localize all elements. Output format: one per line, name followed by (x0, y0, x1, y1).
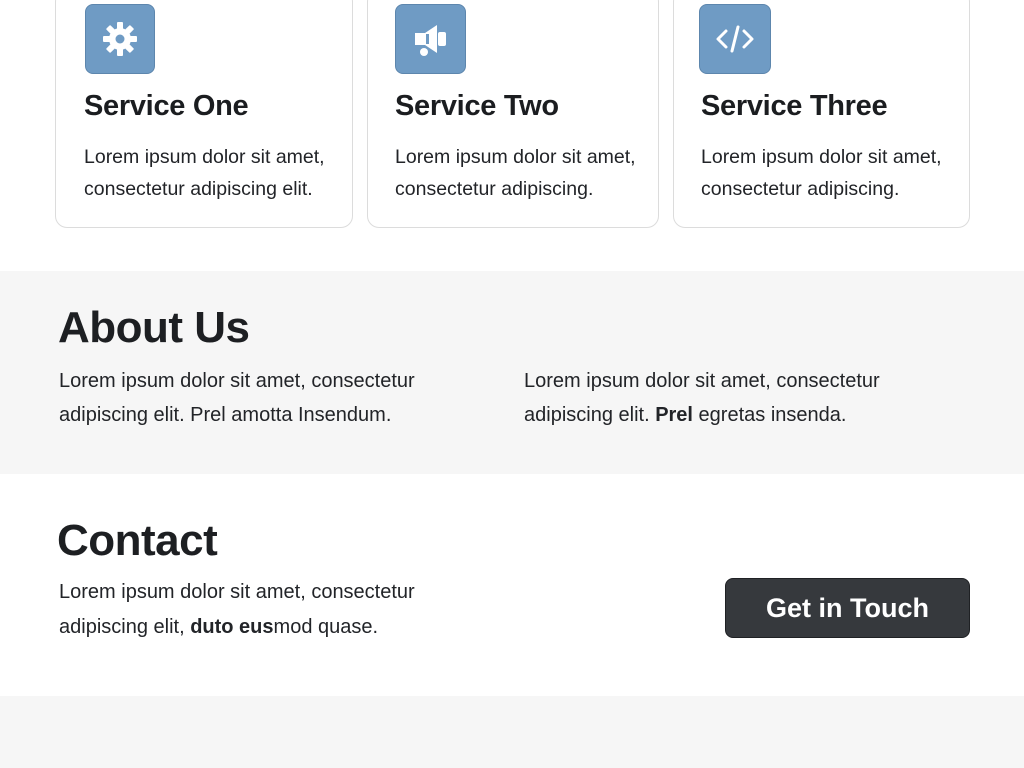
contact-text-end: mod quase. (273, 616, 379, 638)
megaphone-icon (395, 4, 466, 74)
about-text-right-bold: Prel (655, 404, 693, 426)
service-description: Lorem ipsum dolor sit amet, consectetur … (701, 146, 942, 200)
contact-text: Lorem ipsum dolor sit amet, consectetur … (59, 575, 499, 645)
about-heading: About Us (58, 303, 250, 352)
service-card-two: Service Two Lorem ipsum dolor sit amet, … (367, 0, 659, 228)
gear-icon (85, 4, 155, 74)
contact-heading: Contact (57, 516, 218, 565)
services-section: Service One Lorem ipsum dolor sit amet, … (0, 0, 1024, 271)
service-title: Service Two (395, 90, 559, 122)
service-title: Service Three (701, 90, 888, 122)
service-card-three: Service Three Lorem ipsum dolor sit amet… (673, 0, 970, 228)
get-in-touch-button[interactable]: Get in Touch (725, 578, 970, 638)
footer-band (0, 696, 1024, 768)
about-text-right: Lorem ipsum dolor sit amet, consectetur … (524, 364, 964, 432)
contact-section: Contact Lorem ipsum dolor sit amet, cons… (0, 474, 1024, 696)
service-description: Lorem ipsum dolor sit amet, consectetur … (395, 146, 636, 200)
service-card-one: Service One Lorem ipsum dolor sit amet, … (55, 0, 353, 228)
about-text-right-end: egretas insenda. (693, 404, 847, 426)
service-description: Lorem ipsum dolor sit amet, consectetur … (84, 146, 325, 200)
code-icon (699, 4, 771, 74)
about-text-left: Lorem ipsum dolor sit amet, consectetur … (59, 370, 415, 426)
contact-text-bold: duto eus (190, 616, 274, 638)
service-title: Service One (84, 90, 249, 122)
about-section: About Us Lorem ipsum dolor sit amet, con… (0, 271, 1024, 474)
